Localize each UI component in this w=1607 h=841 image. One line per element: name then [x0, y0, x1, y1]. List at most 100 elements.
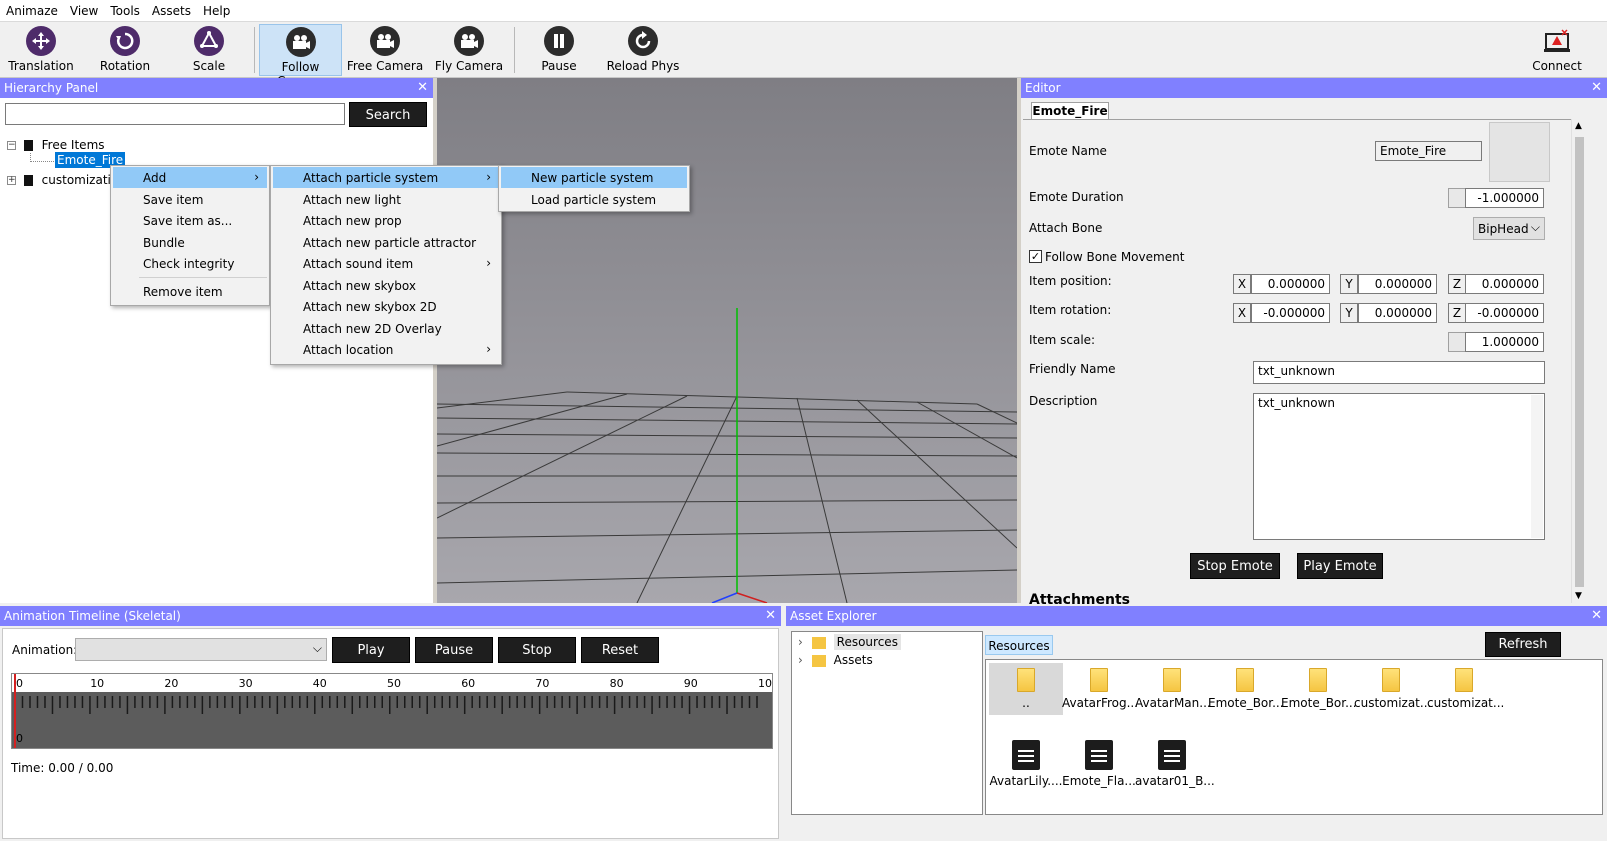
attachments-heading: Attachments — [1029, 592, 1131, 604]
menu-item-attach-new-skybox-2d[interactable]: Attach new skybox 2D — [273, 296, 499, 317]
menu-item-attach-new-prop[interactable]: Attach new prop — [273, 210, 499, 231]
chevron-right-icon[interactable]: › — [798, 635, 808, 649]
reset-button[interactable]: Reset — [581, 637, 659, 663]
rotation-z-field[interactable]: -0.000000 — [1465, 303, 1544, 323]
chevron-down-icon[interactable]: ▼ — [1575, 591, 1582, 601]
menu-item-check-integrity[interactable]: Check integrity — [113, 253, 267, 274]
menu-item-attach-sound-item[interactable]: Attach sound item › — [273, 253, 499, 274]
rotation-x-field[interactable]: -0.000000 — [1251, 303, 1330, 323]
play-emote-button[interactable]: Play Emote — [1297, 553, 1383, 579]
asset-item[interactable]: Emote_Bor... — [1281, 668, 1357, 710]
connect-button[interactable]: Connect — [1517, 24, 1597, 76]
menu-tools[interactable]: Tools — [104, 0, 146, 18]
close-icon[interactable]: ✕ — [1591, 80, 1602, 95]
attach-bone-select[interactable]: BipHead ⌵ — [1473, 217, 1545, 240]
menu-help[interactable]: Help — [197, 0, 236, 18]
asset-item-parent[interactable]: .. — [989, 663, 1063, 715]
menu-item-attach-location[interactable]: Attach location › — [273, 339, 499, 360]
menu-item-save-item-as[interactable]: Save item as... — [113, 210, 267, 231]
menu-item-attach-particle-system[interactable]: Attach particle system › — [273, 167, 499, 188]
translation-icon — [26, 26, 56, 56]
asset-item[interactable]: AvatarLily.... — [989, 740, 1063, 788]
friendly-name-field[interactable]: txt_unknown — [1253, 361, 1545, 384]
search-input[interactable] — [5, 103, 345, 125]
menu-animaze[interactable]: Animaze — [0, 0, 64, 18]
editor-panel-header: Editor ✕ — [1021, 78, 1607, 98]
menu-item-new-particle-system[interactable]: New particle system — [501, 167, 687, 188]
menu-item-attach-new-light[interactable]: Attach new light — [273, 189, 499, 210]
tree-item-resources[interactable]: › Resources — [798, 634, 901, 650]
chevron-right-icon: › — [486, 170, 491, 184]
asset-item[interactable]: customizat... — [1354, 668, 1431, 710]
editor-scrollbar[interactable]: ▲ ▼ — [1571, 119, 1587, 603]
menu-item-add[interactable]: Add › — [113, 167, 267, 188]
description-scrollbar[interactable] — [1531, 395, 1543, 538]
tab-emote-fire[interactable]: Emote_Fire — [1031, 102, 1109, 120]
collapse-icon[interactable]: − — [7, 141, 16, 150]
close-icon[interactable]: ✕ — [1591, 608, 1602, 623]
menu-item-remove-item[interactable]: Remove item — [113, 281, 267, 302]
menu-item-label: Add — [143, 171, 167, 185]
menu-item-save-item[interactable]: Save item — [113, 189, 267, 210]
scale-stepper[interactable] — [1448, 332, 1466, 352]
emote-thumbnail[interactable] — [1489, 122, 1550, 182]
chevron-right-icon: › — [254, 170, 259, 184]
emote-duration-field[interactable]: -1.000000 — [1465, 188, 1544, 208]
follow-bone-checkbox[interactable]: ✓ — [1029, 250, 1042, 263]
3d-viewport[interactable] — [433, 78, 1021, 603]
item-scale-field[interactable]: 1.000000 — [1465, 332, 1544, 352]
asset-item[interactable]: AvatarFrog... — [1062, 668, 1138, 710]
translation-button[interactable]: Translation — [2, 24, 80, 76]
stop-button[interactable]: Stop — [498, 637, 576, 663]
tree-item-customization[interactable]: + customizatio — [7, 173, 118, 187]
chevron-right-icon[interactable]: › — [798, 653, 808, 667]
position-x-field[interactable]: 0.000000 — [1251, 274, 1330, 294]
menu-item-load-particle-system[interactable]: Load particle system — [501, 189, 687, 210]
animation-select[interactable]: ⌵ — [75, 638, 327, 661]
pause-button[interactable]: Pause — [520, 24, 598, 76]
menu-item-attach-particle-attractor[interactable]: Attach new particle attractor — [273, 232, 499, 253]
asset-item[interactable]: avatar01_B... — [1135, 740, 1215, 788]
search-button[interactable]: Search — [349, 102, 427, 127]
rotation-y-field[interactable]: 0.000000 — [1358, 303, 1437, 323]
breadcrumb[interactable]: Resources — [985, 635, 1053, 655]
pause-button[interactable]: Pause — [415, 637, 493, 663]
tree-item-assets[interactable]: › Assets — [798, 653, 873, 667]
timeline-tick-label: 90 — [684, 677, 698, 690]
asset-item[interactable]: customizat... — [1427, 668, 1504, 710]
timeline-track[interactable]: 0 10 20 30 40 50 60 70 80 90 100 0 — [11, 673, 773, 749]
position-y-field[interactable]: 0.000000 — [1358, 274, 1437, 294]
asset-item[interactable]: Emote_Bor... — [1208, 668, 1284, 710]
timeline-tick-label: 40 — [313, 677, 327, 690]
reload-phys-button[interactable]: Reload Phys — [603, 24, 683, 76]
menu-view[interactable]: View — [64, 0, 104, 18]
menu-item-attach-new-skybox[interactable]: Attach new skybox — [273, 275, 499, 296]
emote-name-field[interactable]: Emote_Fire — [1375, 141, 1482, 161]
asset-item[interactable]: AvatarMan... — [1135, 668, 1211, 710]
follow-camera-button[interactable]: Follow Camera — [259, 24, 342, 88]
scrollbar-thumb[interactable] — [1575, 137, 1584, 587]
expand-icon[interactable]: + — [7, 176, 16, 185]
description-textarea[interactable]: txt_unknown — [1253, 393, 1545, 540]
play-button[interactable]: Play — [332, 637, 410, 663]
close-icon[interactable]: ✕ — [765, 608, 776, 623]
tree-item-free-items[interactable]: − Free Items — [7, 138, 105, 152]
menu-item-attach-new-2d-overlay[interactable]: Attach new 2D Overlay — [273, 318, 499, 339]
duration-stepper[interactable] — [1448, 188, 1466, 208]
refresh-button[interactable]: Refresh — [1485, 632, 1561, 657]
chevron-up-icon[interactable]: ▲ — [1575, 121, 1582, 131]
free-camera-button[interactable]: Free Camera — [346, 24, 424, 76]
timeline-tick-label: 100 — [758, 677, 772, 690]
stop-emote-button[interactable]: Stop Emote — [1190, 553, 1280, 579]
friendly-name-label: Friendly Name — [1029, 362, 1116, 376]
scale-icon — [194, 26, 224, 56]
position-z-field[interactable]: 0.000000 — [1465, 274, 1544, 294]
asset-item[interactable]: Emote_Fla... — [1062, 740, 1136, 788]
menu-assets[interactable]: Assets — [146, 0, 197, 18]
close-icon[interactable]: ✕ — [417, 80, 428, 95]
fly-camera-button[interactable]: Fly Camera — [430, 24, 508, 76]
scale-button[interactable]: Scale — [170, 24, 248, 76]
rotation-button[interactable]: Rotation — [86, 24, 164, 76]
asset-item-label: Emote_Fla... — [1062, 774, 1136, 788]
menu-item-bundle[interactable]: Bundle — [113, 232, 267, 253]
